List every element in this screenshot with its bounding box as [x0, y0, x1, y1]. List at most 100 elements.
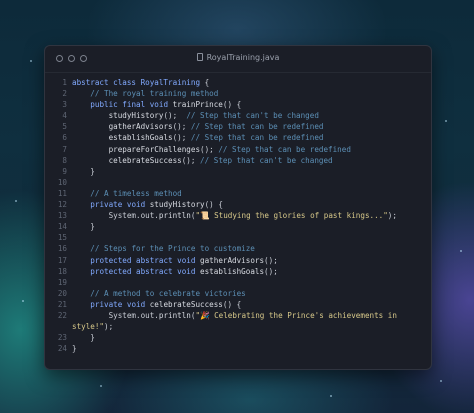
code-token: () {: [222, 100, 242, 110]
code-token: }: [72, 344, 77, 354]
code-text: private void celebrateSuccess() {: [72, 299, 241, 310]
code-token: // Step that can't be changed: [200, 155, 333, 165]
code-line: 16 // Steps for the Prince to customize: [45, 243, 431, 254]
line-number: 3: [62, 100, 67, 110]
line-number: 15: [57, 233, 67, 243]
star: [460, 250, 462, 252]
line-number: 9: [62, 166, 67, 176]
code-token: gatherAdvisors: [108, 122, 173, 132]
code-token: () {: [222, 299, 242, 309]
code-text: // The royal training method: [72, 88, 218, 99]
code-token: }: [90, 222, 95, 232]
line-number: 14: [57, 222, 67, 232]
line-number: 4: [62, 111, 67, 121]
code-token: // Step that can be redefined: [190, 133, 324, 143]
code-text: // Steps for the Prince to customize: [72, 243, 255, 254]
code-line: 7 prepareForChallenges(); // Step that c…: [45, 144, 431, 155]
code-text: gatherAdvisors(); // Step that can be re…: [72, 121, 324, 132]
code-editor-window: RoyalTraining.java 1 abstract class Royal…: [44, 45, 432, 370]
code-text: studyHistory(); // Step that can't be ch…: [72, 110, 319, 121]
code-text: private void studyHistory() {: [72, 199, 223, 210]
code-token: ();: [172, 133, 191, 143]
line-number: 19: [57, 277, 67, 287]
code-line: 2 // The royal training method: [45, 88, 431, 99]
code-text: style!");: [72, 321, 113, 332]
code-token: abstract class: [72, 78, 141, 87]
code-line: 10: [45, 177, 431, 188]
star: [100, 385, 102, 387]
line-number: 6: [62, 133, 67, 143]
line-number: 8: [62, 155, 67, 165]
code-line: 14 }: [45, 221, 431, 232]
code-line: 6 establishGoals(); // Step that can be …: [45, 132, 431, 143]
code-token: // Steps for the Prince to customize: [90, 244, 255, 254]
code-token: println: [158, 310, 191, 320]
file-tab[interactable]: RoyalTraining.java: [45, 53, 431, 62]
code-line: 11 // A timeless method: [45, 188, 431, 199]
line-number: 24: [57, 344, 67, 354]
line-number: 16: [57, 244, 67, 254]
code-token: {: [200, 78, 210, 87]
code-token: );: [104, 322, 114, 332]
code-line: style!");: [45, 321, 431, 332]
code-token: private void: [90, 200, 150, 210]
line-number: 18: [57, 266, 67, 276]
code-token: // A method to celebrate victories: [90, 288, 246, 298]
code-token: establishGoals: [200, 266, 265, 276]
line-number: 17: [57, 255, 67, 265]
line-number: 13: [57, 211, 67, 221]
code-line: 23 }: [45, 332, 431, 343]
line-number: 23: [57, 333, 67, 343]
code-line: 8 celebrateSuccess(); // Step that can't…: [45, 155, 431, 166]
code-token: // A timeless method: [90, 188, 182, 198]
code-token: ();: [264, 266, 278, 276]
code-token: System.out.: [108, 310, 159, 320]
code-token: // The royal training method: [90, 89, 219, 99]
line-number: 2: [62, 89, 67, 99]
line-number: 12: [57, 200, 67, 210]
code-token: System.out.: [108, 211, 159, 221]
code-text: }: [72, 166, 95, 177]
code-token: establishGoals: [108, 133, 173, 143]
code-line: 18 protected abstract void establishGoal…: [45, 266, 431, 277]
code-token: ();: [172, 122, 191, 132]
code-token: studyHistory: [149, 200, 205, 210]
code-token: "🎉 Celebrating the Prince's achievements…: [195, 310, 397, 320]
code-token: // Step that can be redefined: [218, 144, 351, 154]
star: [30, 60, 32, 62]
code-token: public final void: [90, 100, 173, 110]
code-token: () {: [204, 200, 223, 210]
code-token: "📜 Studying the glories of past kings...…: [195, 211, 388, 221]
code-line: 19: [45, 277, 431, 288]
file-icon: [196, 53, 203, 61]
star: [440, 380, 442, 382]
code-area[interactable]: 1 abstract class RoyalTraining {2 // The …: [45, 77, 431, 354]
code-token: ();: [181, 155, 201, 165]
code-text: protected abstract void gatherAdvisors()…: [72, 255, 278, 266]
star: [330, 395, 332, 397]
code-text: establishGoals(); // Step that can be re…: [72, 132, 324, 143]
code-token: }: [90, 333, 95, 343]
code-line: 17 protected abstract void gatherAdvisor…: [45, 255, 431, 266]
code-token: trainPrince: [172, 100, 223, 110]
code-text: // A method to celebrate victories: [72, 288, 246, 299]
file-name: RoyalTraining.java: [206, 53, 280, 62]
code-line: 12 private void studyHistory() {: [45, 199, 431, 210]
code-text: public final void trainPrince() {: [72, 99, 241, 110]
code-line: 5 gatherAdvisors(); // Step that can be …: [45, 121, 431, 132]
code-line: 22 System.out.println("🎉 Celebrating the…: [45, 310, 431, 321]
code-token: protected abstract void: [90, 266, 201, 276]
code-token: ();: [200, 144, 219, 154]
code-token: ();: [163, 111, 187, 121]
code-token: protected abstract void: [90, 255, 201, 265]
line-number: 20: [57, 288, 67, 298]
code-line: 4 studyHistory(); // Step that can't be …: [45, 110, 431, 121]
line-number: 7: [62, 144, 67, 154]
code-line: 24}: [45, 343, 431, 354]
code-token: celebrateSuccess: [108, 155, 182, 165]
code-token: style!": [72, 322, 105, 332]
line-number: 22: [57, 310, 67, 320]
code-line: 21 private void celebrateSuccess() {: [45, 299, 431, 310]
code-line: 1 abstract class RoyalTraining {: [45, 77, 431, 88]
code-token: ();: [264, 255, 278, 265]
